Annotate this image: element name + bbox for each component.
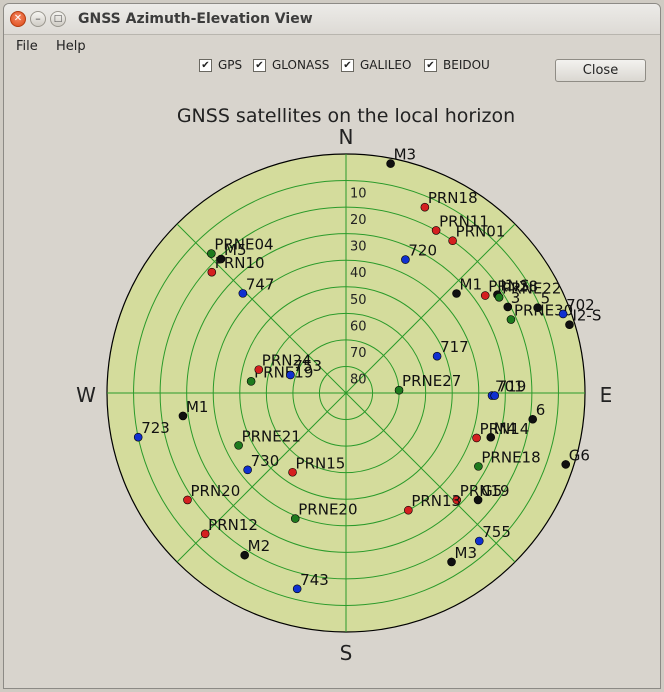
satellite-label: 717 [440, 338, 469, 356]
compass-direction-label: W [76, 383, 96, 407]
satellite-label: 720 [408, 242, 437, 260]
satellite-label: PRNE20 [298, 501, 357, 519]
compass-direction-label: S [340, 641, 353, 665]
app-window: ✕ – □ GNSS Azimuth-Elevation View File H… [3, 3, 661, 689]
satellite-label: PRNE21 [242, 427, 301, 445]
satellite-label: 753 [293, 357, 322, 375]
satellite-label: PRN12 [208, 516, 258, 534]
compass-direction-label: N [339, 125, 354, 149]
satellite-label: M3 [455, 544, 478, 562]
satellite-label: PRN20 [190, 482, 240, 500]
satellite-label: PRNE27 [402, 372, 461, 390]
satellite-label: 743 [300, 571, 329, 589]
satellite-label: PRN10 [215, 254, 265, 272]
elevation-ring-label: 50 [350, 293, 367, 308]
satellite-label: G6 [569, 446, 590, 464]
satellite-label: 723 [141, 419, 170, 437]
elevation-ring-label: 40 [350, 266, 367, 281]
satellite-label: 6 [536, 401, 546, 419]
satellite-label: M2 [248, 537, 271, 555]
satellite-label: 730 [251, 452, 280, 470]
plot-title: GNSS satellites on the local horizon [177, 105, 515, 127]
compass-direction-label: E [600, 383, 613, 407]
elevation-ring-label: 60 [350, 319, 367, 334]
satellite-label: M1 [186, 398, 209, 416]
satellite-label: I2-S [572, 307, 601, 325]
satellite-label: PRN15 [296, 454, 346, 472]
elevation-ring-label: 10 [350, 187, 367, 202]
elevation-ring-label: 20 [350, 213, 367, 228]
satellite-label: 719 [498, 378, 527, 396]
skyplot: GNSS satellites on the local horizon 10 2… [76, 105, 612, 665]
satellite-label: PRN14 [480, 420, 530, 438]
satellite-label: 755 [482, 523, 511, 541]
elevation-ring-label: 30 [350, 240, 367, 255]
satellite-label: PRN01 [456, 223, 506, 241]
elevation-ring-label: 80 [350, 372, 367, 387]
satellite-label: PRNE18 [481, 448, 540, 466]
satellite-label: 747 [246, 275, 275, 293]
satellite-label: M1 [460, 275, 483, 293]
satellite-label: G5 [481, 482, 502, 500]
elevation-ring-label: 70 [350, 346, 367, 361]
skyplot-grid: 10 20 30 40 50 60 70 80 N S E W [76, 125, 612, 665]
satellite-label: M3 [394, 146, 417, 164]
satellite-label: PRN18 [428, 189, 478, 207]
satellite-label: PRN13 [411, 492, 461, 510]
